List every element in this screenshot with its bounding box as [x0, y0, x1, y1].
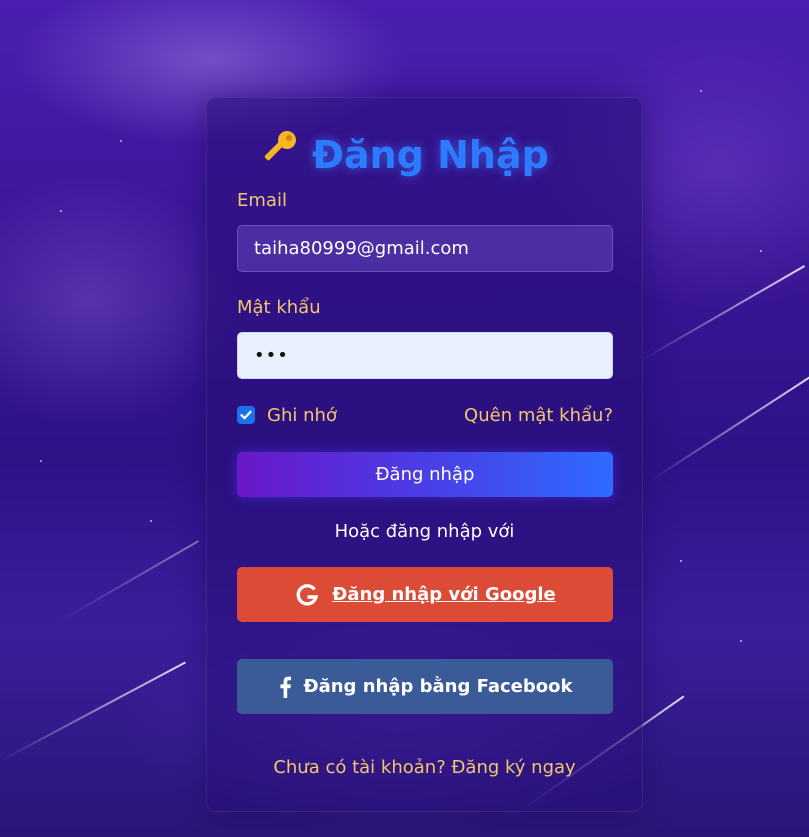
light-streak	[639, 265, 806, 362]
forgot-password-link[interactable]: Quên mật khẩu?	[464, 405, 613, 426]
google-login-button[interactable]: Đăng nhập với Google	[237, 567, 613, 622]
key-icon	[260, 128, 300, 183]
check-icon	[240, 410, 252, 420]
light-streak	[0, 661, 186, 762]
star	[700, 90, 702, 92]
password-label: Mật khẩu	[237, 297, 321, 318]
or-divider-text: Hoặc đăng nhập với	[334, 521, 515, 542]
star	[740, 640, 742, 642]
light-streak	[59, 540, 200, 622]
login-button[interactable]: Đăng nhập	[237, 452, 613, 497]
star	[680, 560, 682, 562]
google-login-label: Đăng nhập với Google	[332, 584, 556, 605]
facebook-icon	[278, 676, 292, 698]
star	[40, 460, 42, 462]
facebook-login-label: Đăng nhập bằng Facebook	[303, 676, 573, 697]
light-streak	[649, 376, 809, 482]
login-button-label: Đăng nhập	[375, 464, 475, 485]
star	[760, 250, 762, 252]
title-text: Đăng Nhập	[312, 133, 549, 177]
google-icon	[294, 582, 320, 608]
remember-me[interactable]: Ghi nhớ	[237, 403, 337, 427]
remember-checkbox[interactable]	[237, 406, 255, 424]
email-field[interactable]	[237, 225, 613, 272]
register-link[interactable]: Chưa có tài khoản? Đăng ký ngay	[0, 757, 809, 778]
remember-label: Ghi nhớ	[267, 404, 337, 426]
email-label: Email	[237, 190, 287, 211]
star	[60, 210, 62, 212]
facebook-login-button[interactable]: Đăng nhập bằng Facebook	[237, 659, 613, 714]
password-field[interactable]	[237, 332, 613, 379]
page-title: Đăng Nhập	[0, 128, 809, 183]
